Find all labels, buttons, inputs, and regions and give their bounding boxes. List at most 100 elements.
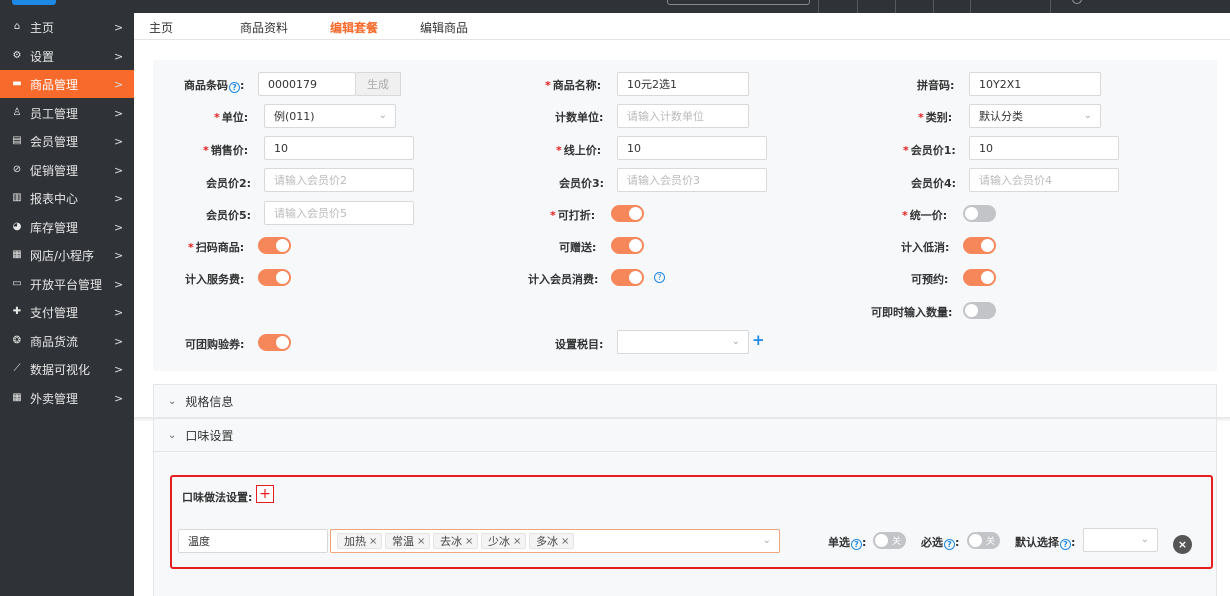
member-price2-input[interactable]: 请输入会员价2 [264,168,414,192]
flavor-tags-select[interactable]: 加热 × 常温 × 去冰 × 少冰 × 多冰 × ⌄ [330,529,780,553]
sidebar-item-label: 员工管理 [30,106,79,121]
sidebar-item[interactable]: ◕ 库存管理 > [0,213,134,241]
sidebar-item-label: 库存管理 [30,220,79,235]
chevron-right-icon: > [114,77,124,91]
default-help-icon[interactable]: ? [1060,539,1071,550]
barcode-help-icon[interactable]: ? [229,82,240,93]
flavor-panel-header[interactable]: ⌄ 口味设置 [153,418,1217,452]
tag-close-icon[interactable]: × [369,536,377,547]
reservable-toggle[interactable] [963,269,996,286]
generate-barcode-button[interactable]: 生成 [356,72,401,96]
tab-edit-goods[interactable]: 编辑商品 [420,19,468,36]
required-toggle[interactable]: 关 [967,532,1000,549]
sidebar-item[interactable]: ⌂ 主页 > [0,13,134,41]
pinyin-label: 拼音码: [917,79,955,92]
member-consume-label: 计入会员消费: [528,273,599,286]
sidebar-item-label: 外卖管理 [30,391,79,406]
top-divider [895,0,896,13]
flavor-tag[interactable]: 多冰 × [529,533,575,549]
member-consume-help-icon[interactable]: ? [654,272,665,283]
chevron-down-icon: ⌄ [762,535,771,546]
reservable-label: 可预约: [911,273,949,286]
giftable-toggle[interactable] [611,237,644,254]
category-select[interactable]: 默认分类 ⌄ [969,104,1101,128]
unit-label: * 单位: [214,111,249,124]
sidebar-item[interactable]: ⚙ 设置 > [0,42,134,70]
single-select-toggle[interactable]: 关 [873,532,906,549]
delete-flavor-button[interactable]: × [1173,535,1192,554]
chevron-down-icon: ⌄ [1140,534,1149,545]
tag-close-icon[interactable]: × [561,536,569,547]
sidebar-item-label: 商品货流 [30,334,79,349]
member-icon: ▤ [12,135,22,146]
count-unit-label: 计数单位: [555,111,604,124]
default-select[interactable]: ⌄ [1083,528,1158,552]
tab-home[interactable]: 主页 [149,19,173,36]
sidebar-item[interactable]: ✚ 支付管理 > [0,298,134,326]
sidebar-item[interactable]: ♙ 员工管理 > [0,99,134,127]
user-avatar-icon[interactable] [1072,0,1082,4]
flavor-tag[interactable]: 少冰 × [481,533,527,549]
top-search-box[interactable] [667,0,810,5]
member-consume-toggle[interactable] [611,269,644,286]
unit-select[interactable]: 例(011) ⌄ [264,104,396,128]
member-price1-input[interactable]: 10 [969,136,1119,160]
uniform-price-toggle[interactable] [963,205,996,222]
instant-qty-toggle[interactable] [963,302,996,319]
tab-edit-combo[interactable]: 编辑套餐 [330,19,378,36]
add-tax-button[interactable]: + [752,331,765,349]
flavor-tag[interactable]: 去冰 × [433,533,479,549]
chevron-right-icon: > [114,220,124,234]
required-help-icon[interactable]: ? [944,539,955,550]
sidebar-item[interactable]: ▭ 开放平台管理 > [0,270,134,298]
count-unit-input[interactable]: 请输入计数单位 [617,104,749,128]
flavor-tag[interactable]: 加热 × [337,533,383,549]
sidebar-item[interactable]: ▦ 网店/小程序 > [0,241,134,269]
flavor-tag[interactable]: 常温 × [385,533,431,549]
online-price-label: * 线上价: [556,144,602,157]
member-price5-label: 会员价5: [206,209,252,222]
tax-select[interactable]: ⌄ [617,330,749,354]
tag-close-icon[interactable]: × [417,536,425,547]
member-price3-input[interactable]: 请输入会员价3 [617,168,767,192]
sidebar-item-label: 数据可视化 [30,362,91,377]
spec-info-panel-header[interactable]: ⌄ 规格信息 [153,384,1217,418]
tag-close-icon[interactable]: × [465,536,473,547]
tag-close-icon[interactable]: × [513,536,521,547]
sidebar-item[interactable]: ▦ 外卖管理 > [0,384,134,412]
sale-price-label: * 销售价: [203,144,249,157]
flavor-highlight-box [170,475,1213,569]
pinyin-input[interactable]: 10Y2X1 [969,72,1101,96]
sidebar-item[interactable]: ⟋ 数据可视化 > [0,355,134,383]
member-price4-input[interactable]: 请输入会员价4 [969,168,1119,192]
chevron-right-icon: > [114,391,124,405]
chevron-right-icon: > [114,248,124,262]
add-flavor-button[interactable]: + [256,485,274,503]
sidebar-item-label: 设置 [30,49,55,64]
sidebar-item[interactable]: ❂ 商品货流 > [0,327,134,355]
goods-name-input[interactable]: 10元2选1 [617,72,749,96]
top-divider [857,0,858,13]
discountable-toggle[interactable] [611,205,644,222]
sidebar-item-label: 网店/小程序 [30,248,95,263]
count-min-toggle[interactable] [963,237,996,254]
member-price5-input[interactable]: 请输入会员价5 [264,201,414,225]
sidebar-item[interactable]: ⊘ 促销管理 > [0,156,134,184]
single-help-icon[interactable]: ? [851,539,862,550]
platform-icon: ▭ [12,278,22,289]
sale-price-input[interactable]: 10 [264,136,414,160]
flavor-name-input[interactable]: 温度 [178,529,328,553]
chevron-down-icon: ⌄ [168,429,177,441]
scan-goods-toggle[interactable] [258,237,291,254]
sidebar-item[interactable]: ▥ 报表中心 > [0,184,134,212]
tab-goods-info[interactable]: 商品资料 [240,19,288,36]
logo [12,0,56,5]
sidebar-item[interactable]: ▬ 商品管理 > [0,70,134,98]
barcode-input[interactable]: 0000179 [258,72,356,96]
service-fee-toggle[interactable] [258,269,291,286]
group-voucher-toggle[interactable] [258,334,291,351]
sidebar-item[interactable]: ▤ 会员管理 > [0,127,134,155]
online-price-input[interactable]: 10 [617,136,767,160]
top-divider [970,0,971,13]
tab-bar: 主页 商品资料 编辑套餐 编辑商品 [134,13,1230,40]
